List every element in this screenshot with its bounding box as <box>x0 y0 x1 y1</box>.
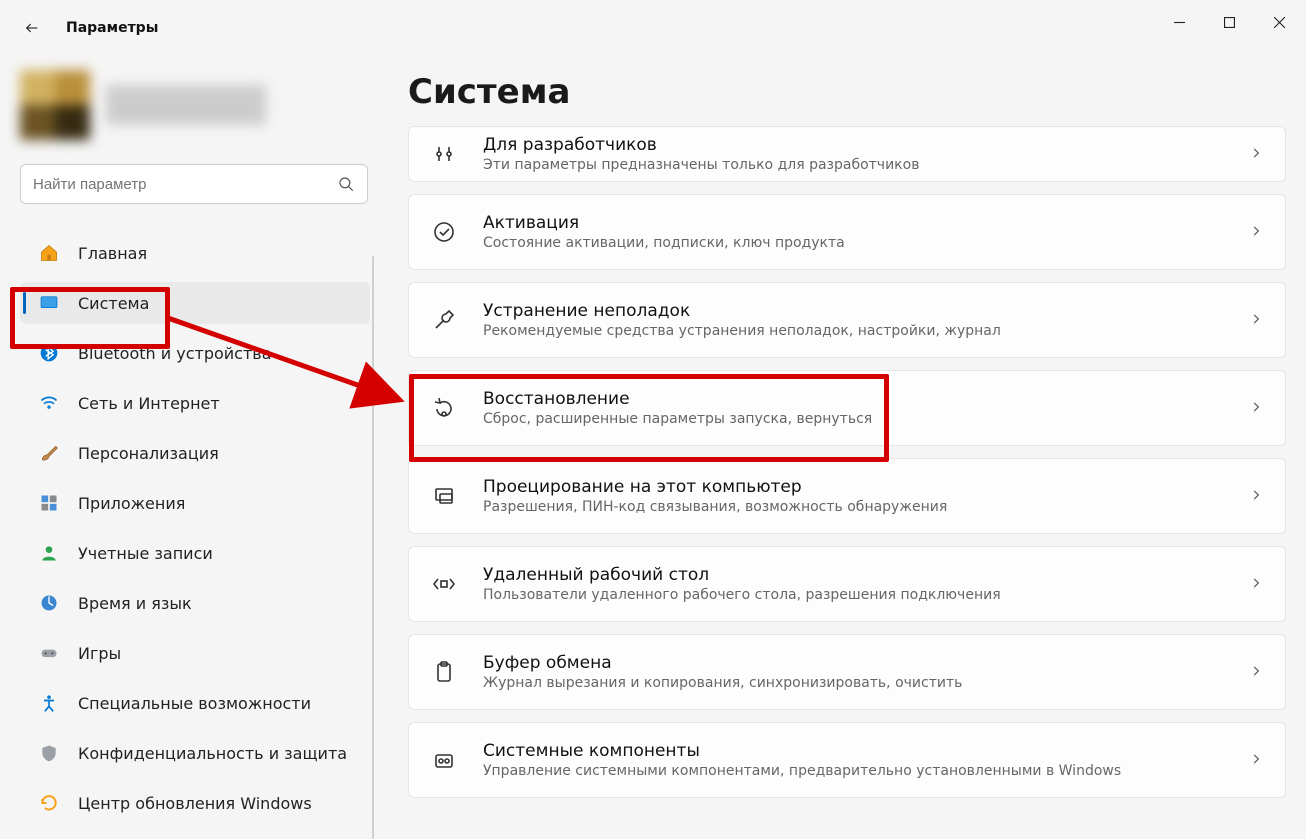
app-title: Параметры <box>66 20 158 36</box>
search-input[interactable] <box>33 176 337 193</box>
card-title: Проецирование на этот компьютер <box>483 477 1249 497</box>
card-subtitle: Разрешения, ПИН-код связывания, возможно… <box>483 499 1249 515</box>
page-title: Система <box>408 72 1286 112</box>
search-input-wrapper[interactable] <box>20 164 368 204</box>
window-caption-buttons <box>1156 0 1306 44</box>
sidebar-item-system[interactable]: Система <box>20 282 370 324</box>
chevron-right-icon <box>1249 223 1263 242</box>
checkmark-circle-icon <box>431 219 457 245</box>
clipboard-icon <box>431 659 457 685</box>
sidebar-item-label: Центр обновления Windows <box>78 794 312 813</box>
sidebar-item-windows-update[interactable]: Центр обновления Windows <box>20 782 370 824</box>
nav-list: Главная Система Bluetooth и устройства С… <box>20 232 370 832</box>
settings-card-list: Для разработчиков Эти параметры предназн… <box>408 126 1286 798</box>
card-title: Системные компоненты <box>483 741 1249 761</box>
card-clipboard[interactable]: Буфер обмена Журнал вырезания и копирова… <box>408 634 1286 710</box>
sidebar-item-label: Bluetooth и устройства <box>78 344 272 363</box>
sidebar-item-label: Учетные записи <box>78 544 213 563</box>
card-projecting[interactable]: Проецирование на этот компьютер Разрешен… <box>408 458 1286 534</box>
card-subtitle: Сброс, расширенные параметры запуска, ве… <box>483 411 1249 427</box>
card-subtitle: Состояние активации, подписки, ключ прод… <box>483 235 1249 251</box>
gamepad-icon <box>38 642 60 664</box>
search-icon <box>337 175 355 193</box>
card-developers[interactable]: Для разработчиков Эти параметры предназн… <box>408 126 1286 182</box>
close-button[interactable] <box>1256 7 1302 37</box>
card-subtitle: Пользователи удаленного рабочего стола, … <box>483 587 1249 603</box>
card-title: Удаленный рабочий стол <box>483 565 1249 585</box>
sidebar-item-apps[interactable]: Приложения <box>20 482 370 524</box>
sidebar-item-label: Игры <box>78 644 121 663</box>
back-button[interactable] <box>20 16 44 40</box>
sidebar-item-label: Время и язык <box>78 594 192 613</box>
card-title: Восстановление <box>483 389 1249 409</box>
developers-icon <box>431 141 457 167</box>
cast-icon <box>431 483 457 509</box>
sidebar-scrollbar[interactable] <box>372 256 374 839</box>
system-icon <box>38 292 60 314</box>
recovery-icon <box>431 395 457 421</box>
minimize-button[interactable] <box>1156 7 1202 37</box>
sidebar-item-network[interactable]: Сеть и Интернет <box>20 382 370 424</box>
main-content: Система Для разработчиков Эти параметры … <box>408 72 1286 839</box>
accessibility-icon <box>38 692 60 714</box>
sidebar-item-label: Система <box>78 294 149 313</box>
sidebar-item-label: Персонализация <box>78 444 219 463</box>
chevron-right-icon <box>1249 487 1263 506</box>
sidebar-item-label: Главная <box>78 244 147 263</box>
card-subtitle: Рекомендуемые средства устранения непола… <box>483 323 1249 339</box>
home-icon <box>38 242 60 264</box>
maximize-button[interactable] <box>1206 7 1252 37</box>
remote-desktop-icon <box>431 571 457 597</box>
card-subtitle: Эти параметры предназначены только для р… <box>483 157 1249 173</box>
apps-icon <box>38 492 60 514</box>
chevron-right-icon <box>1249 399 1263 418</box>
card-recovery[interactable]: Восстановление Сброс, расширенные параме… <box>408 370 1286 446</box>
wrench-icon <box>431 307 457 333</box>
sidebar-item-label: Приложения <box>78 494 185 513</box>
clock-globe-icon <box>38 592 60 614</box>
sidebar-item-privacy[interactable]: Конфиденциальность и защита <box>20 732 370 774</box>
components-icon <box>431 747 457 773</box>
card-title: Активация <box>483 213 1249 233</box>
sidebar-item-time-language[interactable]: Время и язык <box>20 582 370 624</box>
sidebar: Главная Система Bluetooth и устройства С… <box>20 70 370 832</box>
sidebar-item-bluetooth[interactable]: Bluetooth и устройства <box>20 332 370 374</box>
chevron-right-icon <box>1249 751 1263 770</box>
brush-icon <box>38 442 60 464</box>
card-title: Для разработчиков <box>483 135 1249 155</box>
chevron-right-icon <box>1249 311 1263 330</box>
sidebar-item-label: Специальные возможности <box>78 694 311 713</box>
shield-icon <box>38 742 60 764</box>
sidebar-item-gaming[interactable]: Игры <box>20 632 370 674</box>
person-icon <box>38 542 60 564</box>
card-title: Устранение неполадок <box>483 301 1249 321</box>
bluetooth-icon <box>38 342 60 364</box>
sidebar-item-accounts[interactable]: Учетные записи <box>20 532 370 574</box>
chevron-right-icon <box>1249 145 1263 164</box>
chevron-right-icon <box>1249 663 1263 682</box>
card-system-components[interactable]: Системные компоненты Управление системны… <box>408 722 1286 798</box>
avatar <box>20 70 90 140</box>
profile-block[interactable] <box>20 70 370 140</box>
card-activation[interactable]: Активация Состояние активации, подписки,… <box>408 194 1286 270</box>
chevron-right-icon <box>1249 575 1263 594</box>
sidebar-item-personalization[interactable]: Персонализация <box>20 432 370 474</box>
wifi-icon <box>38 392 60 414</box>
card-troubleshoot[interactable]: Устранение неполадок Рекомендуемые средс… <box>408 282 1286 358</box>
sidebar-item-label: Конфиденциальность и защита <box>78 744 347 763</box>
card-subtitle: Журнал вырезания и копирования, синхрони… <box>483 675 1249 691</box>
card-remote-desktop[interactable]: Удаленный рабочий стол Пользователи удал… <box>408 546 1286 622</box>
header: Параметры <box>20 16 158 40</box>
card-title: Буфер обмена <box>483 653 1249 673</box>
update-icon <box>38 792 60 814</box>
sidebar-item-label: Сеть и Интернет <box>78 394 220 413</box>
sidebar-item-accessibility[interactable]: Специальные возможности <box>20 682 370 724</box>
sidebar-item-home[interactable]: Главная <box>20 232 370 274</box>
profile-name-redacted <box>106 85 266 125</box>
card-subtitle: Управление системными компонентами, пред… <box>483 763 1249 779</box>
